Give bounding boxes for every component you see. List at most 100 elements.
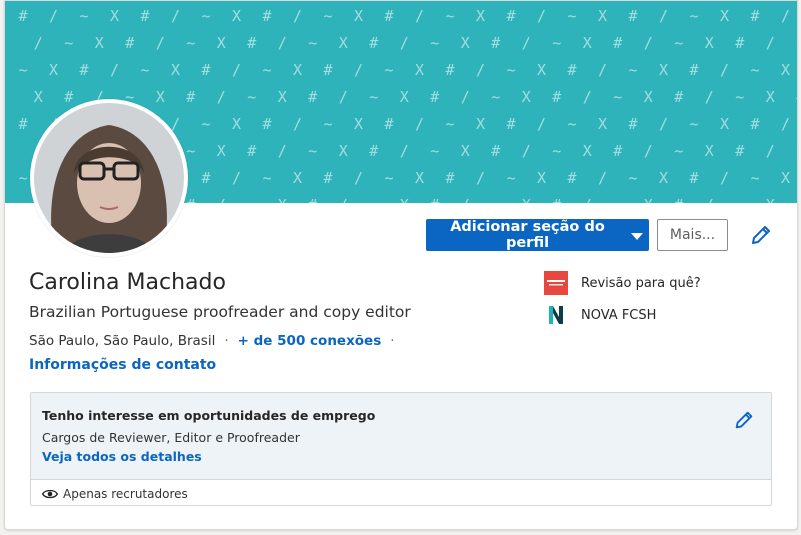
banner-glyph: ~ xyxy=(567,7,576,25)
banner-glyph: ~ xyxy=(247,88,256,106)
edit-intro-pencil-icon[interactable] xyxy=(749,223,773,247)
profile-location: São Paulo, São Paulo, Brasil xyxy=(29,333,216,349)
banner-glyph: ~ xyxy=(445,7,454,25)
banner-glyph: / xyxy=(415,115,424,133)
banner-glyph: X xyxy=(598,115,607,133)
banner-glyph: # xyxy=(262,7,271,25)
banner-glyph: X xyxy=(705,34,714,52)
banner-glyph: ~ xyxy=(506,169,515,187)
open-to-work-title: Tenho interesse em oportunidades de empr… xyxy=(42,408,376,423)
banner-glyph: X xyxy=(400,88,409,106)
banner-glyph: / xyxy=(232,169,241,187)
banner-glyph: X xyxy=(415,61,424,79)
banner-glyph: X xyxy=(705,142,714,160)
banner-glyph: ~ xyxy=(674,142,683,160)
banner-glyph: X xyxy=(781,169,790,187)
see-all-details-link[interactable]: Veja todos os detalhes xyxy=(42,449,202,464)
more-button[interactable]: Mais... xyxy=(657,219,728,251)
profile-avatar[interactable] xyxy=(30,99,188,257)
banner-glyph: X xyxy=(217,34,226,52)
banner-glyph: # xyxy=(64,88,73,106)
experience-item-revisao[interactable]: Revisão para quê? xyxy=(544,271,701,295)
banner-glyph: # xyxy=(796,88,797,106)
contact-info-link[interactable]: Informações de contato xyxy=(29,357,216,373)
banner-glyph: / xyxy=(34,34,43,52)
banner-glyph: / xyxy=(537,7,546,25)
banner-glyph: / xyxy=(598,169,607,187)
banner-glyph: / xyxy=(705,88,714,106)
banner-glyph: X xyxy=(95,34,104,52)
banner-glyph: # xyxy=(186,88,195,106)
open-to-work-box: Tenho interesse em oportunidades de empr… xyxy=(30,392,772,506)
banner-glyph: X xyxy=(598,7,607,25)
banner-glyph: X xyxy=(659,169,668,187)
profile-name: Carolina Machado xyxy=(29,270,226,295)
banner-glyph: / xyxy=(781,115,790,133)
banner-glyph: X xyxy=(232,115,241,133)
eye-icon xyxy=(42,486,58,502)
banner-glyph: / xyxy=(339,196,348,203)
banner-glyph: # xyxy=(735,142,744,160)
banner-glyph: # xyxy=(18,7,27,25)
banner-glyph: X xyxy=(644,88,653,106)
banner-glyph: X xyxy=(339,142,348,160)
banner-glyph: X xyxy=(110,7,119,25)
profile-card: # / ~ X # / ~ X # / ~ X # / ~ X # / ~ X # / ~ X # / ~ / ~ X # / ~ X # / ~ X # /… xyxy=(4,0,798,530)
banner-glyph: X xyxy=(583,34,592,52)
banner-glyph: ~ xyxy=(18,169,27,187)
banner-glyph: # xyxy=(445,61,454,79)
banner-glyph: # xyxy=(628,7,637,25)
add-profile-section-button[interactable]: Adicionar seção do perfil xyxy=(426,219,649,251)
banner-glyph: / xyxy=(522,142,531,160)
banner-glyph: X xyxy=(415,169,424,187)
banner-glyph: ~ xyxy=(308,142,317,160)
banner-glyph: / xyxy=(339,88,348,106)
banner-glyph: X xyxy=(476,115,485,133)
banner-glyph: ~ xyxy=(262,61,271,79)
banner-glyph: ~ xyxy=(445,115,454,133)
banner-glyph: X xyxy=(766,196,775,203)
banner-glyph: ~ xyxy=(689,115,698,133)
banner-glyph: ~ xyxy=(247,196,256,203)
experience-label: NOVA FCSH xyxy=(581,307,657,323)
banner-glyph: / xyxy=(232,61,241,79)
banner-glyph: / xyxy=(278,34,287,52)
banner-glyph: / xyxy=(720,61,729,79)
open-to-work-header: Tenho interesse em oportunidades de empr… xyxy=(31,393,771,479)
experience-item-nova-fcsh[interactable]: NOVA FCSH xyxy=(544,303,656,327)
banner-glyph: ~ xyxy=(186,34,195,52)
banner-glyph: ~ xyxy=(186,142,195,160)
connections-link[interactable]: + de 500 conexões xyxy=(238,333,382,349)
banner-glyph: # xyxy=(674,196,683,203)
banner-glyph: X xyxy=(644,196,653,203)
banner-glyph: / xyxy=(537,115,546,133)
banner-glyph: / xyxy=(217,196,226,203)
banner-glyph: # xyxy=(796,196,797,203)
visibility-row: Apenas recrutadores xyxy=(31,479,771,505)
open-to-work-roles: Cargos de Reviewer, Editor e Proofreader xyxy=(42,430,300,445)
banner-glyph: / xyxy=(171,7,180,25)
banner-glyph: ~ xyxy=(201,115,210,133)
edit-open-to-work-pencil-icon[interactable] xyxy=(733,409,755,431)
banner-glyph: / xyxy=(400,34,409,52)
banner-glyph: X xyxy=(232,7,241,25)
banner-glyph: # xyxy=(18,115,27,133)
banner-glyph: # xyxy=(369,34,378,52)
banner-glyph: # xyxy=(735,34,744,52)
banner-glyph: ~ xyxy=(369,196,378,203)
separator-dot: · xyxy=(390,333,395,349)
banner-glyph: # xyxy=(445,169,454,187)
banner-glyph: X xyxy=(339,34,348,52)
banner-glyph: X xyxy=(476,7,485,25)
banner-glyph: # xyxy=(140,7,149,25)
banner-glyph: X xyxy=(537,61,546,79)
banner-glyph: ~ xyxy=(674,34,683,52)
banner-glyph: X xyxy=(34,88,43,106)
banner-glyph: # xyxy=(750,115,759,133)
banner-glyph: X xyxy=(583,142,592,160)
banner-glyph: ~ xyxy=(430,34,439,52)
banner-glyph: # xyxy=(79,61,88,79)
banner-glyph: / xyxy=(278,142,287,160)
banner-glyph: X xyxy=(293,169,302,187)
banner-glyph: ~ xyxy=(308,34,317,52)
